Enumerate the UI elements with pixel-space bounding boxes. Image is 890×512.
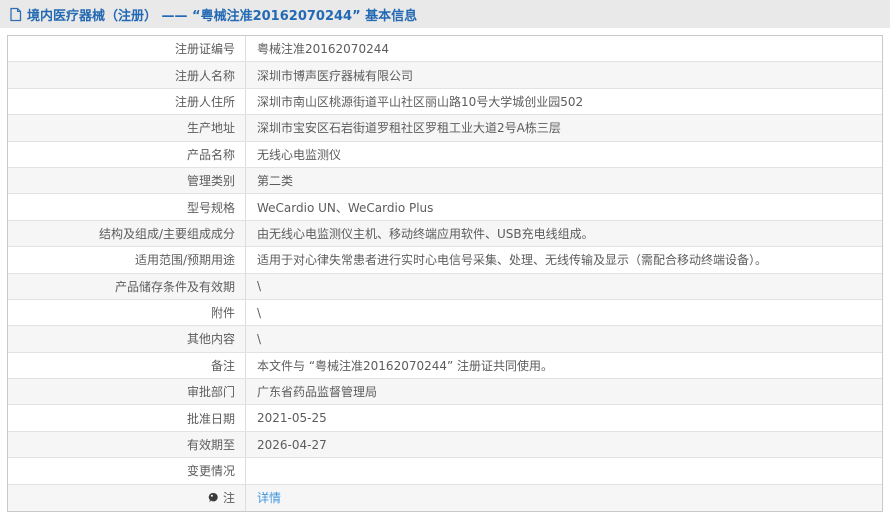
row-label: 产品名称 [8, 141, 246, 167]
row-value-text: \ [257, 279, 262, 294]
page: 境内医疗器械（注册） —— “粤械注准20162070244” 基本信息 注册证… [0, 0, 890, 512]
row-label-text: 产品储存条件及有效期 [114, 279, 235, 294]
table-row: 有效期至 2026-04-27 [8, 431, 882, 459]
table-row: 附件 \ [8, 299, 882, 327]
row-label-text: 审批部门 [186, 385, 235, 400]
table-row: 型号规格 WeCardio UN、WeCardio Plus [8, 194, 882, 221]
row-value: 由无线心电监测仪主机、移动终端应用软件、USB充电线组成。 [246, 221, 882, 246]
row-label: 其他内容 [8, 326, 246, 352]
document-icon [9, 7, 22, 22]
row-label: 注册人名称 [8, 62, 246, 88]
row-label-text: 其他内容 [186, 332, 235, 347]
table-row: 变更情况 [8, 458, 882, 485]
row-value: 深圳市博声医疗器械有限公司 [246, 62, 882, 87]
row-value: 深圳市宝安区石岩街道罗租社区罗租工业大道2号A栋三层 [246, 115, 882, 140]
row-value: 2021-05-25 [246, 405, 882, 430]
table-row: 管理类别 第二类 [8, 167, 882, 195]
row-value-text: WeCardio UN、WeCardio Plus [257, 200, 434, 215]
row-value: \ [246, 300, 882, 325]
row-label-text: 备注 [210, 358, 235, 373]
row-label: 注册人住所 [8, 88, 246, 115]
row-value-text: \ [257, 331, 262, 346]
row-value-text: 适用于对心律失常患者进行实时心电信号采集、处理、无线传输及显示（需配合移动终端设… [257, 253, 768, 268]
row-value: \ [246, 274, 882, 299]
row-value: \ [246, 326, 882, 351]
row-label: 附件 [8, 299, 246, 326]
row-label: 管理类别 [8, 167, 246, 194]
row-value: 本文件与 “粤械注准20162070244” 注册证共同使用。 [246, 353, 882, 378]
table-row: 批准日期 2021-05-25 [8, 405, 882, 432]
row-label: 适用范围/预期用途 [8, 247, 246, 273]
row-label-text: 附件 [210, 306, 235, 321]
row-value-text: 2021-05-25 [257, 411, 327, 426]
row-value: 广东省药品监督管理局 [246, 379, 882, 404]
row-value-text: 深圳市宝安区石岩街道罗租社区罗租工业大道2号A栋三层 [257, 121, 561, 136]
table-row: 备注 本文件与 “粤械注准20162070244” 注册证共同使用。 [8, 352, 882, 380]
row-label-text: 生产地址 [186, 121, 235, 136]
table-row: 适用范围/预期用途 适用于对心律失常患者进行实时心电信号采集、处理、无线传输及显示… [8, 247, 882, 274]
page-title: 境内医疗器械（注册） —— “粤械注准20162070244” 基本信息 [27, 8, 418, 24]
row-value-text: 由无线心电监测仪主机、移动终端应用软件、USB充电线组成。 [257, 226, 594, 241]
row-label: 结构及组成/主要组成成分 [8, 220, 246, 247]
row-label-text: 结构及组成/主要组成成分 [98, 226, 235, 241]
row-label-text: 注册证编号 [174, 42, 235, 57]
row-value-text: 2026-04-27 [257, 437, 327, 452]
table-row: 产品储存条件及有效期 \ [8, 273, 882, 300]
row-value: 深圳市南山区桃源街道平山社区丽山路10号大学城创业园502 [246, 89, 882, 114]
row-value-text: 广东省药品监督管理局 [257, 385, 378, 400]
table-row: 注册人名称 深圳市博声医疗器械有限公司 [8, 62, 882, 89]
row-label-text: 管理类别 [186, 174, 235, 189]
row-label-text: 注册人住所 [174, 94, 235, 109]
row-value-text: 无线心电监测仪 [257, 147, 342, 162]
table-row: 其他内容 \ [8, 326, 882, 353]
table-row: 注 详情 [8, 484, 882, 512]
row-label-text: 注 [222, 491, 235, 506]
row-value: 详情 [246, 485, 882, 511]
row-label-text: 有效期至 [186, 438, 235, 453]
row-value: 粤械注准20162070244 [246, 36, 882, 61]
row-label: 批准日期 [8, 405, 246, 431]
row-value: 适用于对心律失常患者进行实时心电信号采集、处理、无线传输及显示（需配合移动终端设… [246, 247, 882, 272]
table-row: 注册证编号 粤械注准20162070244 [8, 36, 882, 63]
detail-link[interactable]: 详情 [257, 489, 281, 506]
row-label: 型号规格 [8, 194, 246, 220]
registration-info-table: 注册证编号 粤械注准20162070244 注册人名称 深圳市博声医疗器械有限公司 注册… [7, 35, 883, 512]
row-label-text: 型号规格 [186, 200, 235, 215]
row-value-text: \ [257, 305, 262, 320]
row-value: WeCardio UN、WeCardio Plus [246, 194, 882, 219]
row-label: 产品储存条件及有效期 [8, 273, 246, 299]
row-label: 注 [8, 484, 246, 512]
row-label-text: 注册人名称 [174, 68, 235, 83]
row-value: 第二类 [246, 168, 882, 193]
row-label: 审批部门 [8, 379, 246, 405]
row-label-text: 变更情况 [186, 464, 235, 479]
header-bar: 境内医疗器械（注册） —— “粤械注准20162070244” 基本信息 [0, 0, 890, 28]
note-balloon-icon [208, 492, 219, 504]
table-row: 生产地址 深圳市宝安区石岩街道罗租社区罗租工业大道2号A栋三层 [8, 115, 882, 142]
row-value: 无线心电监测仪 [246, 142, 882, 167]
row-label: 有效期至 [8, 431, 246, 458]
row-label-text: 产品名称 [186, 147, 235, 162]
row-value: 2026-04-27 [246, 432, 882, 457]
row-value-text: 本文件与 “粤械注准20162070244” 注册证共同使用。 [257, 358, 554, 373]
row-value-text: 粤械注准20162070244 [257, 42, 389, 57]
row-label-text: 适用范围/预期用途 [134, 253, 235, 268]
row-label: 注册证编号 [8, 36, 246, 62]
table-row: 产品名称 无线心电监测仪 [8, 141, 882, 168]
row-value-text: 深圳市南山区桃源街道平山社区丽山路10号大学城创业园502 [257, 94, 584, 109]
row-value-text: 深圳市博声医疗器械有限公司 [257, 68, 414, 83]
row-label-text: 批准日期 [186, 411, 235, 426]
table-row: 结构及组成/主要组成成分 由无线心电监测仪主机、移动终端应用软件、USB充电线组成… [8, 220, 882, 248]
row-label: 变更情况 [8, 458, 246, 484]
row-value-text: 第二类 [257, 174, 294, 189]
row-value [246, 458, 882, 483]
row-label: 生产地址 [8, 115, 246, 141]
row-label: 备注 [8, 352, 246, 379]
table-row: 注册人住所 深圳市南山区桃源街道平山社区丽山路10号大学城创业园502 [8, 88, 882, 116]
table-row: 审批部门 广东省药品监督管理局 [8, 379, 882, 406]
